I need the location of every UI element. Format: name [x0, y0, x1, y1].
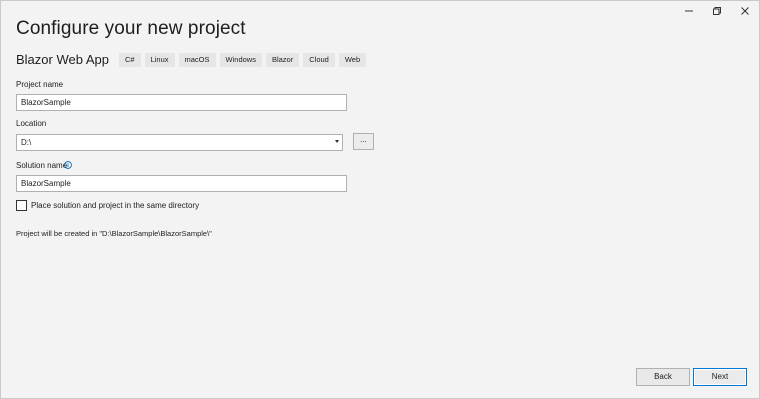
- minimize-button[interactable]: [675, 1, 703, 21]
- tag-blazor: Blazor: [265, 52, 300, 67]
- solution-name-input[interactable]: [16, 175, 347, 192]
- template-tags: C# Linux macOS Windows Blazor Cloud Web: [118, 52, 367, 67]
- close-icon: [741, 7, 749, 15]
- project-path-note: Project will be created in "D:\BlazorSam…: [16, 229, 212, 238]
- close-button[interactable]: [731, 1, 759, 21]
- tag-csharp: C#: [118, 52, 141, 67]
- tag-web: Web: [338, 52, 367, 67]
- browse-button[interactable]: ...: [353, 133, 374, 150]
- window-controls: [675, 1, 759, 21]
- info-icon[interactable]: [64, 161, 72, 169]
- tag-linux: Linux: [144, 52, 175, 67]
- restore-icon: [713, 7, 721, 15]
- same-directory-checkbox[interactable]: [16, 200, 27, 211]
- same-directory-option[interactable]: Place solution and project in the same d…: [16, 200, 199, 211]
- dialog-window: Configure your new project Blazor Web Ap…: [0, 0, 760, 399]
- template-name: Blazor Web App: [16, 52, 109, 67]
- tag-macos: macOS: [178, 52, 216, 67]
- project-name-label: Project name: [16, 80, 64, 89]
- page-title: Configure your new project: [16, 18, 246, 39]
- same-directory-label: Place solution and project in the same d…: [31, 201, 200, 210]
- tag-cloud: Cloud: [303, 52, 335, 67]
- minimize-icon: [685, 10, 693, 12]
- next-button[interactable]: Next: [693, 368, 747, 386]
- location-combobox[interactable]: D:\: [16, 134, 343, 151]
- project-name-input[interactable]: [16, 94, 347, 111]
- tag-windows: Windows: [219, 52, 262, 67]
- restore-button[interactable]: [703, 1, 731, 21]
- back-button[interactable]: Back: [636, 368, 690, 386]
- solution-name-label: Solution name: [16, 161, 68, 170]
- location-value: D:\: [21, 138, 32, 147]
- chevron-down-icon: [335, 140, 339, 143]
- location-label: Location: [16, 119, 47, 128]
- template-info: Blazor Web App C# Linux macOS Windows Bl…: [16, 52, 367, 67]
